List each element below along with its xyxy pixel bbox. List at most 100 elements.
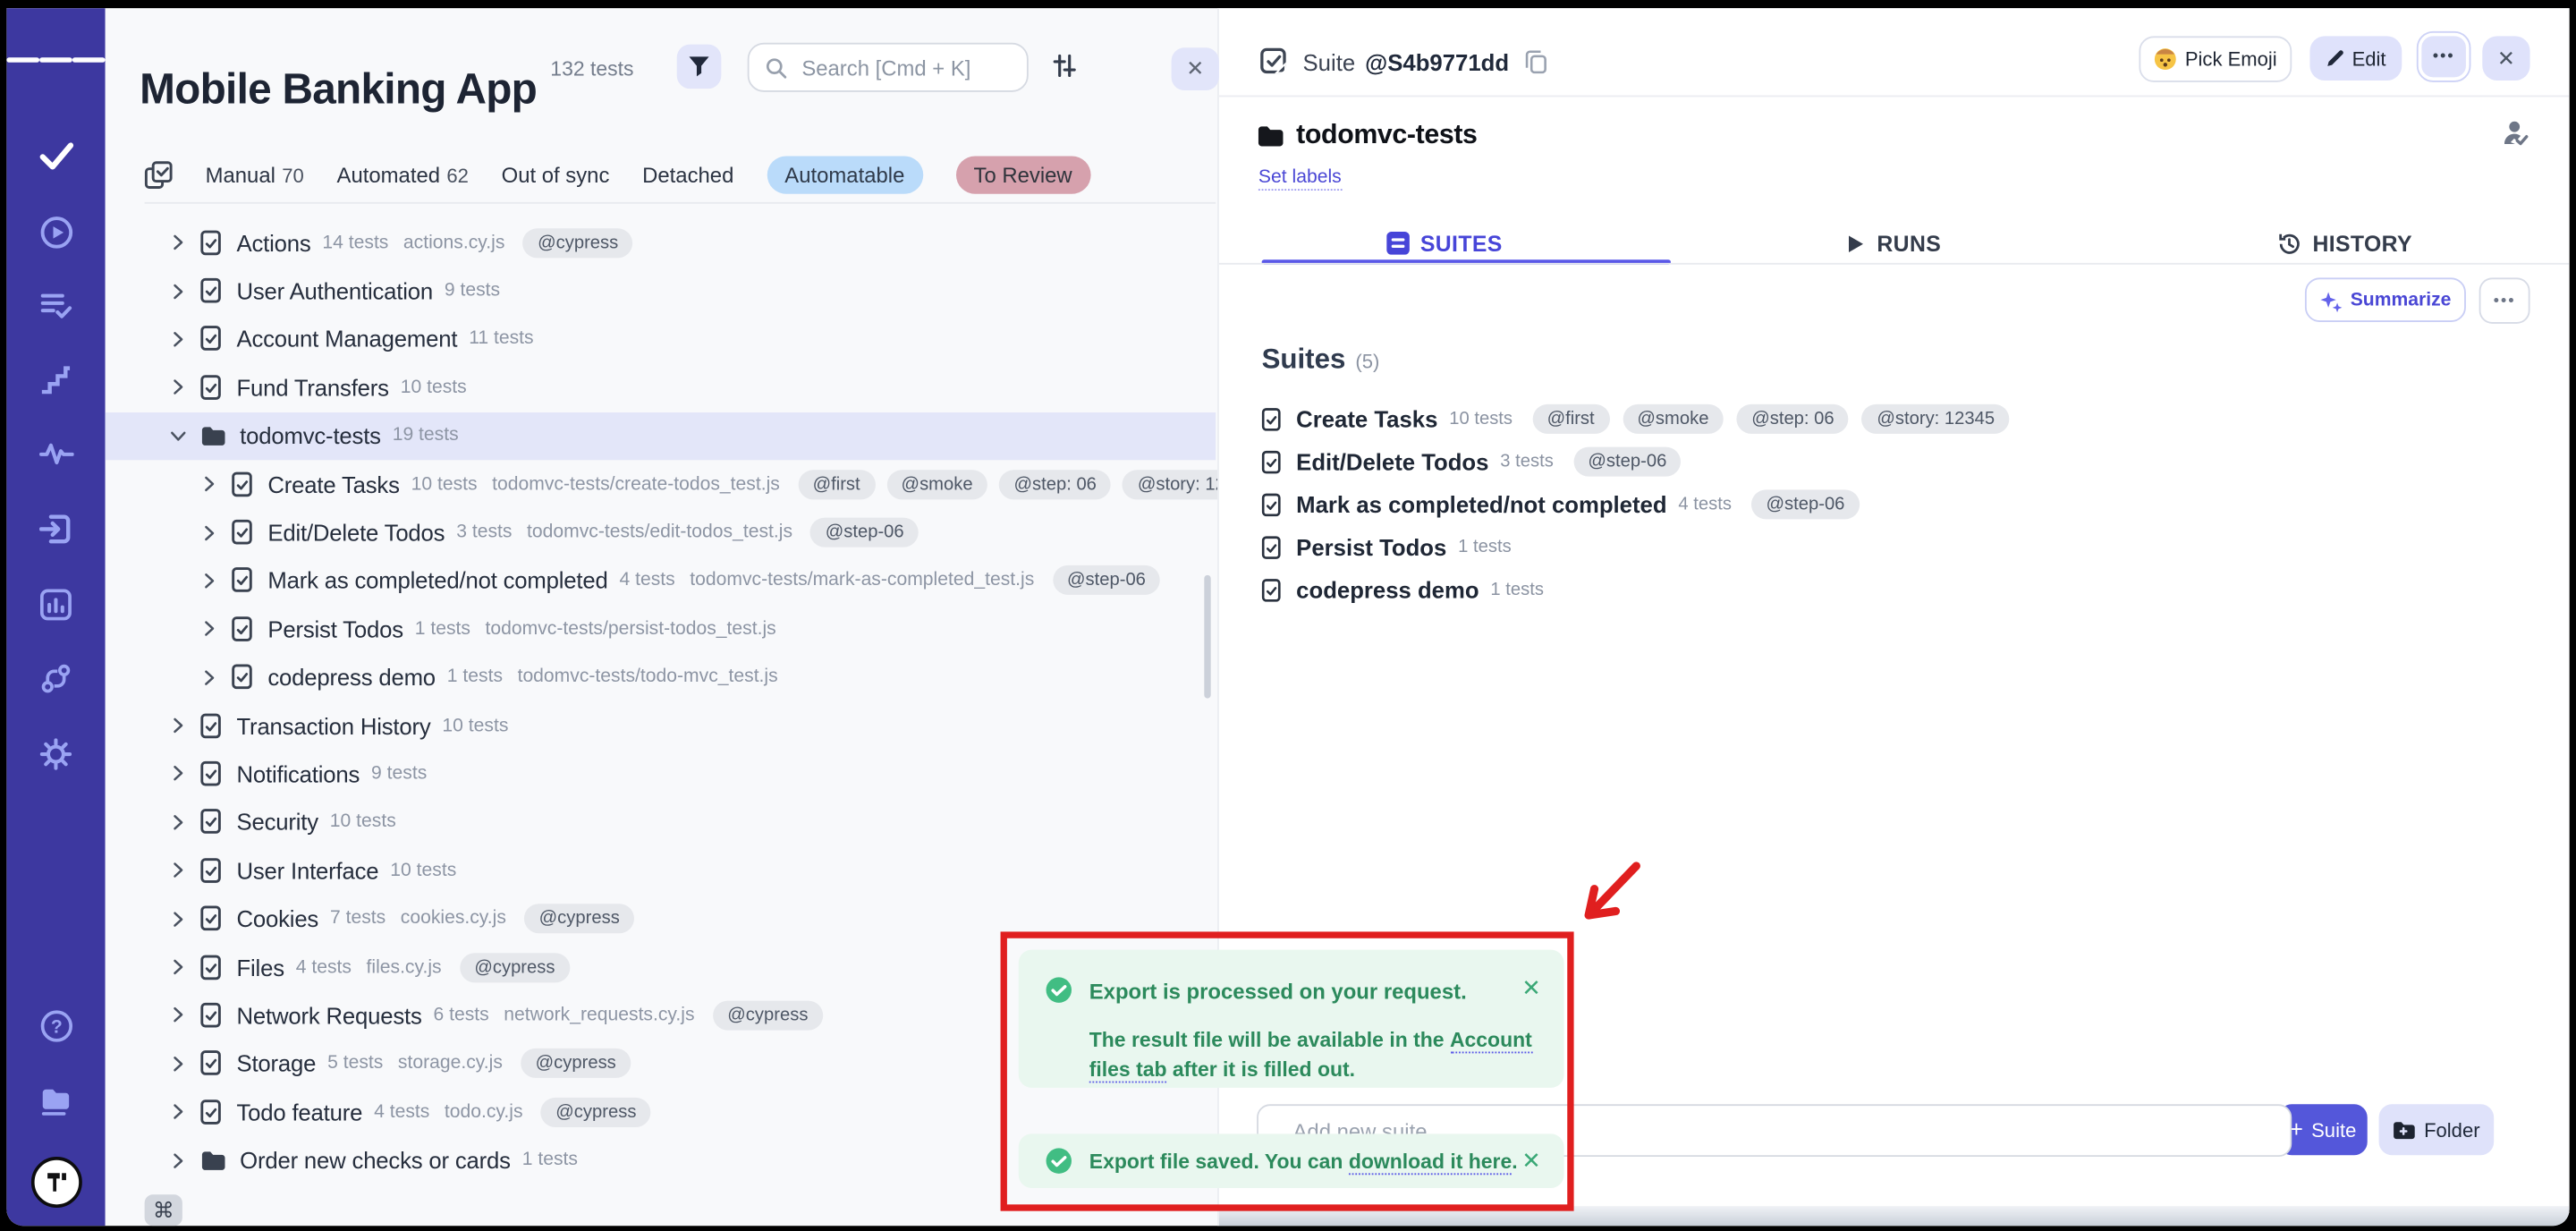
tree-row[interactable]: Edit/Delete Todos 3 tests todomvc-tests/… <box>106 508 1216 556</box>
suite-name[interactable]: Todo feature <box>236 1099 362 1125</box>
suite-name[interactable]: Storage <box>236 1050 316 1076</box>
suite-name[interactable]: Create Tasks <box>267 471 399 497</box>
chevron-icon[interactable] <box>169 813 187 831</box>
menu-icon[interactable] <box>6 55 105 67</box>
tab-detached[interactable]: Detached <box>642 162 733 187</box>
suite-name[interactable]: Transaction History <box>236 712 430 738</box>
chevron-icon[interactable] <box>169 1006 187 1024</box>
suite-list-item[interactable]: Create Tasks 10 tests @first@smoke@step:… <box>1262 397 2010 440</box>
steps-icon[interactable] <box>6 365 105 395</box>
chevron-icon[interactable] <box>169 1103 187 1121</box>
tree-row[interactable]: Persist Todos 1 tests todomvc-tests/pers… <box>106 605 1216 653</box>
suite-name[interactable]: User Interface <box>236 857 378 883</box>
reports-chart-icon[interactable] <box>6 589 105 622</box>
tree-row[interactable]: Transaction History 10 tests <box>106 701 1216 750</box>
toast-close-button[interactable]: ✕ <box>1521 1149 1541 1172</box>
suite-name[interactable]: Edit/Delete Todos <box>1296 448 1488 474</box>
suite-name[interactable]: Fund Transfers <box>236 375 388 401</box>
tree-row[interactable]: User Authentication 9 tests <box>106 267 1216 315</box>
tab-manual[interactable]: Manual70 <box>206 162 304 187</box>
add-folder-button[interactable]: Folder <box>2379 1104 2495 1155</box>
tree-row[interactable]: Todo feature 4 tests todo.cy.js @cypress <box>106 1088 1216 1136</box>
batch-select-icon[interactable] <box>145 160 173 188</box>
testomat-logo[interactable] <box>6 1157 105 1208</box>
runs-play-icon[interactable] <box>6 216 105 250</box>
view-settings-button[interactable] <box>1052 53 1078 79</box>
tab-automated[interactable]: Automated62 <box>337 162 469 187</box>
suite-name[interactable]: Security <box>236 809 318 835</box>
suite-name[interactable]: Account Management <box>236 327 457 352</box>
suite-name[interactable]: Files <box>236 954 284 980</box>
suite-name[interactable]: Persist Todos <box>1296 534 1446 560</box>
panel-close-button[interactable]: ✕ <box>1172 47 1219 90</box>
suite-name[interactable]: codepress demo <box>1296 577 1479 603</box>
cmd-shortcut-button[interactable]: ⌘ <box>145 1194 182 1226</box>
pick-emoji-button[interactable]: Pick Emoji <box>2139 36 2292 81</box>
import-icon[interactable] <box>6 513 105 546</box>
assignee-icon[interactable] <box>2502 120 2529 146</box>
chevron-icon[interactable] <box>169 717 187 734</box>
tree-row[interactable]: Notifications 9 tests <box>106 750 1216 798</box>
suite-name[interactable]: User Authentication <box>236 278 433 304</box>
test-plans-list-icon[interactable] <box>6 291 105 320</box>
tab-history[interactable]: HISTORY <box>2119 222 2569 265</box>
suite-name[interactable]: Mark as completed/not completed <box>267 567 607 593</box>
edit-button[interactable]: Edit <box>2309 36 2402 81</box>
suite-name[interactable]: Cookies <box>236 905 318 931</box>
tab-suites[interactable]: SUITES <box>1219 222 1669 265</box>
chevron-icon[interactable] <box>169 862 187 879</box>
bottom-scroll-strip[interactable] <box>1219 1206 2570 1226</box>
tree-row[interactable]: Actions 14 tests actions.cy.js @cypress <box>106 218 1216 267</box>
chevron-icon[interactable] <box>169 958 187 976</box>
suite-name[interactable]: Order new checks or cards <box>240 1147 511 1173</box>
suite-name[interactable]: todomvc-tests <box>240 422 381 448</box>
tree-row[interactable]: todomvc-tests 19 tests <box>106 412 1216 460</box>
suite-name[interactable]: Network Requests <box>236 1002 421 1028</box>
suite-name[interactable]: Notifications <box>236 760 360 786</box>
suite-list-item[interactable]: Edit/Delete Todos 3 tests @step-06 <box>1262 440 2010 483</box>
chevron-icon[interactable] <box>169 233 187 251</box>
chevron-icon[interactable] <box>169 427 187 445</box>
suite-list-item[interactable]: codepress demo 1 tests <box>1262 569 2010 612</box>
chevron-icon[interactable] <box>169 1151 187 1169</box>
branches-icon[interactable] <box>6 662 105 695</box>
suite-list-item[interactable]: Persist Todos 1 tests <box>1262 526 2010 569</box>
chevron-icon[interactable] <box>200 620 218 638</box>
tree-scrollbar[interactable] <box>1204 575 1210 699</box>
toast-close-button[interactable]: ✕ <box>1521 976 1541 999</box>
chevron-icon[interactable] <box>169 765 187 783</box>
chevron-icon[interactable] <box>169 330 187 348</box>
more-actions-button[interactable]: ••• <box>2419 33 2470 81</box>
suites-more-button[interactable]: ••• <box>2479 277 2530 323</box>
suite-name[interactable]: Mark as completed/not completed <box>1296 491 1666 517</box>
chevron-icon[interactable] <box>169 1055 187 1073</box>
copy-id-button[interactable] <box>1524 49 1547 74</box>
tab-automatable[interactable]: Automatable <box>767 156 922 193</box>
tab-to-review[interactable]: To Review <box>955 156 1090 193</box>
suite-name[interactable]: Create Tasks <box>1296 406 1437 432</box>
projects-folder-icon[interactable] <box>6 1084 105 1116</box>
tab-out-of-sync[interactable]: Out of sync <box>502 162 610 187</box>
search-box[interactable] <box>748 43 1029 92</box>
add-suite-button[interactable]: + Suite <box>2279 1104 2368 1155</box>
tree-row[interactable]: Account Management 11 tests <box>106 315 1216 363</box>
filter-button[interactable] <box>677 45 722 89</box>
tree-row[interactable]: Cookies 7 tests cookies.cy.js @cypress <box>106 895 1216 943</box>
set-labels-link[interactable]: Set labels <box>1258 167 1342 191</box>
help-icon[interactable]: ? <box>6 1009 105 1044</box>
detail-close-button[interactable]: ✕ <box>2482 36 2529 81</box>
settings-gear-icon[interactable] <box>6 738 105 771</box>
suite-name[interactable]: codepress demo <box>267 664 436 690</box>
suite-name[interactable]: Edit/Delete Todos <box>267 519 445 545</box>
tree-row[interactable]: Mark as completed/not completed 4 tests … <box>106 556 1216 605</box>
tree-row[interactable]: Create Tasks 10 tests todomvc-tests/crea… <box>106 460 1216 508</box>
pulse-icon[interactable] <box>6 438 105 466</box>
tree-row[interactable]: codepress demo 1 tests todomvc-tests/tod… <box>106 653 1216 701</box>
suite-list-item[interactable]: Mark as completed/not completed 4 tests … <box>1262 483 2010 526</box>
chevron-icon[interactable] <box>169 910 187 928</box>
tab-runs[interactable]: RUNS <box>1669 222 2119 265</box>
chevron-icon[interactable] <box>200 572 218 590</box>
tests-check-icon[interactable] <box>6 140 105 171</box>
tree-row[interactable]: User Interface 10 tests <box>106 846 1216 895</box>
chevron-icon[interactable] <box>200 668 218 686</box>
